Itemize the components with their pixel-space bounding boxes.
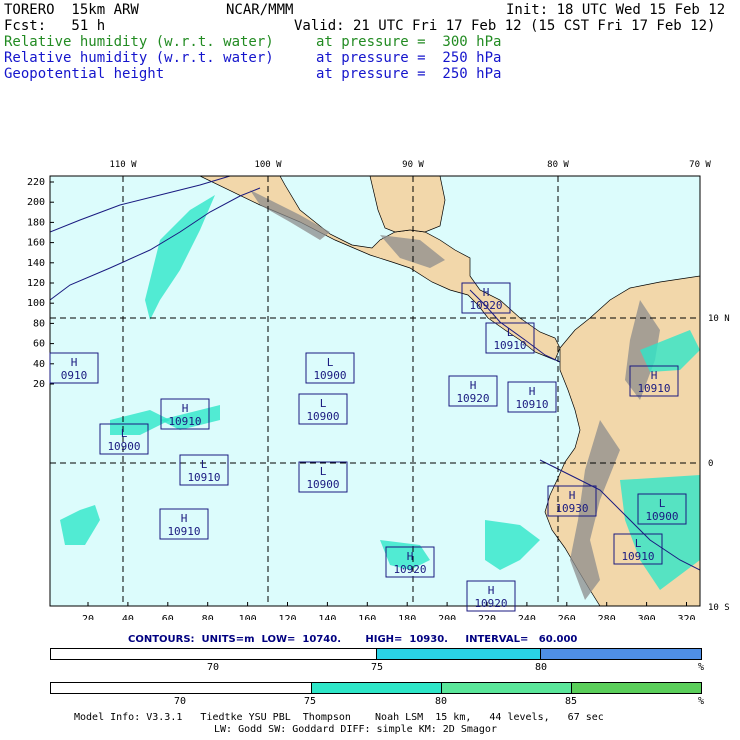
x-tick-label: 200 bbox=[438, 614, 456, 620]
center-type: H bbox=[569, 489, 576, 502]
center-value: 10920 bbox=[469, 299, 502, 312]
center-type: L bbox=[327, 356, 334, 369]
y-tick-label: 80 bbox=[33, 318, 45, 329]
colorbar-segment bbox=[51, 683, 311, 693]
weather-map: 110 W 100 W 90 W 80 W 70 W 10 N 0 10 S 220 200 180… bbox=[27, 160, 730, 620]
center-type: H bbox=[488, 584, 495, 597]
y-tick-label: 220 bbox=[27, 177, 45, 188]
colorbar-segment bbox=[311, 683, 441, 693]
center-type: L bbox=[201, 458, 208, 471]
x-tick-label: 260 bbox=[558, 614, 576, 620]
center-type: H bbox=[407, 550, 414, 563]
lat-label: 10 S bbox=[708, 603, 730, 613]
center-value: 10920 bbox=[393, 563, 426, 576]
center-type: H bbox=[182, 402, 189, 415]
center-value: 10910 bbox=[187, 471, 220, 484]
center-type: L bbox=[659, 497, 666, 510]
y-tick-label: 100 bbox=[27, 298, 45, 309]
center-value: 10920 bbox=[474, 597, 507, 610]
colorbar-segment bbox=[376, 649, 540, 659]
x-tick-label: 320 bbox=[677, 614, 695, 620]
lat-label: 10 N bbox=[708, 314, 730, 324]
model-info-line-1: Model Info: V3.3.1 Tiedtke YSU PBL Thomp… bbox=[74, 712, 604, 723]
lon-label: 110 W bbox=[109, 160, 137, 170]
center-value: 10910 bbox=[167, 525, 200, 538]
x-tick-label: 300 bbox=[638, 614, 656, 620]
x-tick-label: 100 bbox=[239, 614, 257, 620]
lon-label: 100 W bbox=[254, 160, 282, 170]
colorbar-tick-label: 85 bbox=[565, 696, 578, 707]
colorbar-tick-label: 70 bbox=[174, 696, 187, 707]
model-info-line-2: LW: Godd SW: Goddard DIFF: simple KM: 2D… bbox=[214, 724, 497, 735]
lat-label: 0 bbox=[708, 459, 713, 469]
colorbar-segment bbox=[571, 683, 701, 693]
y-tick-label: 160 bbox=[27, 238, 45, 249]
colorbar-segment bbox=[540, 649, 701, 659]
center-type: H bbox=[651, 369, 658, 382]
center-value: 10930 bbox=[555, 502, 588, 515]
x-tick-label: 80 bbox=[202, 614, 214, 620]
colorbar-segment bbox=[441, 683, 571, 693]
center-value: 10910 bbox=[621, 550, 654, 563]
y-tick-label: 20 bbox=[33, 379, 45, 390]
center-value: 10910 bbox=[493, 339, 526, 352]
center-type: L bbox=[635, 537, 642, 550]
y-tick-label: 140 bbox=[27, 258, 45, 269]
colorbar-rh-300 bbox=[50, 682, 702, 694]
center-value: 0910 bbox=[61, 369, 88, 382]
center-value: 10900 bbox=[107, 440, 140, 453]
y-tick-label: 180 bbox=[27, 217, 45, 228]
x-tick-label: 60 bbox=[162, 614, 174, 620]
colorbar-segment bbox=[51, 649, 376, 659]
x-tick-label: 20 bbox=[82, 614, 94, 620]
x-tick-label: 160 bbox=[358, 614, 376, 620]
lon-label: 70 W bbox=[689, 160, 711, 170]
center-value: 10900 bbox=[306, 478, 339, 491]
x-tick-label: 120 bbox=[278, 614, 296, 620]
x-tick-label: 140 bbox=[318, 614, 336, 620]
center-type: L bbox=[121, 427, 128, 440]
center-value: 10910 bbox=[515, 398, 548, 411]
colorbar-tick-label: 75 bbox=[304, 696, 317, 707]
center-type: H bbox=[181, 512, 188, 525]
colorbar-rh-250 bbox=[50, 648, 702, 660]
x-tick-label: 40 bbox=[122, 614, 134, 620]
center-value: 10900 bbox=[645, 510, 678, 523]
lon-label: 90 W bbox=[402, 160, 424, 170]
center-value: 10910 bbox=[637, 382, 670, 395]
colorbar-unit: % bbox=[698, 662, 705, 673]
colorbar-tick-label: 80 bbox=[535, 662, 548, 673]
center-value: 10910 bbox=[168, 415, 201, 428]
x-tick-label: 240 bbox=[518, 614, 536, 620]
y-tick-label: 40 bbox=[33, 359, 45, 370]
y-tick-label: 200 bbox=[27, 197, 45, 208]
x-tick-label: 220 bbox=[478, 614, 496, 620]
colorbar-tick-label: 80 bbox=[435, 696, 448, 707]
center-type: L bbox=[507, 326, 514, 339]
colorbar-unit: % bbox=[698, 696, 705, 707]
center-type: H bbox=[483, 286, 490, 299]
center-type: L bbox=[320, 397, 327, 410]
y-tick-label: 120 bbox=[27, 278, 45, 289]
center-value: 10920 bbox=[456, 392, 489, 405]
lon-label: 80 W bbox=[547, 160, 569, 170]
x-tick-label: 180 bbox=[398, 614, 416, 620]
center-type: L bbox=[320, 465, 327, 478]
center-type: H bbox=[71, 356, 78, 369]
center-type: H bbox=[529, 385, 536, 398]
center-value: 10900 bbox=[313, 369, 346, 382]
center-type: H bbox=[470, 379, 477, 392]
center-value: 10900 bbox=[306, 410, 339, 423]
contours-info: CONTOURS: UNITS=m LOW= 10740. HIGH= 1093… bbox=[128, 634, 578, 645]
y-tick-label: 60 bbox=[33, 339, 45, 350]
x-tick-label: 280 bbox=[598, 614, 616, 620]
colorbar-tick-label: 70 bbox=[207, 662, 220, 673]
colorbar-tick-label: 75 bbox=[371, 662, 384, 673]
